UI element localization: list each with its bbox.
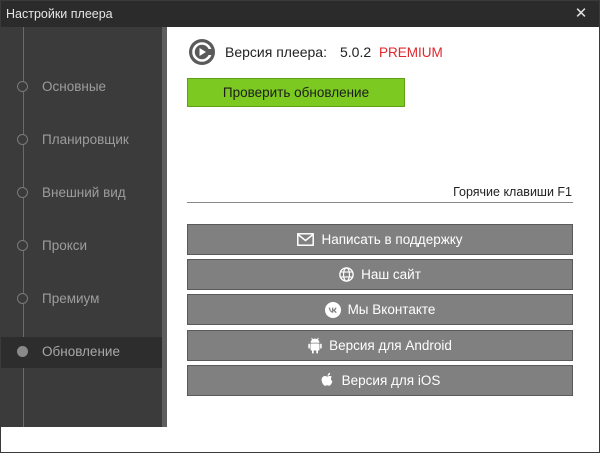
- sidebar-item-label: Прокси: [42, 238, 88, 253]
- check-update-button[interactable]: Проверить обновление: [187, 78, 405, 107]
- circle-icon: [17, 293, 28, 304]
- sidebar: Основные Планировщик Внешний вид Прокси …: [1, 27, 162, 427]
- ios-button[interactable]: Версия для iOS: [187, 365, 573, 396]
- sidebar-item-label: Премиум: [42, 291, 100, 306]
- window-title: Настройки плеера: [6, 7, 113, 21]
- circle-icon: [17, 240, 28, 251]
- vk-button[interactable]: Мы Вконтакте: [187, 294, 573, 325]
- version-number: 5.0.2: [340, 44, 372, 60]
- sidebar-scrollbar[interactable]: [162, 27, 167, 427]
- circle-filled-icon: [17, 346, 28, 357]
- circle-icon: [17, 81, 28, 92]
- close-button[interactable]: ✕: [573, 6, 589, 22]
- vk-button-label: Мы Вконтакте: [347, 302, 436, 317]
- support-button[interactable]: Написать в поддержку: [187, 224, 573, 255]
- sidebar-item-general[interactable]: Основные: [1, 72, 162, 103]
- globe-icon: [339, 267, 354, 282]
- circle-icon: [17, 187, 28, 198]
- version-label: Версия плеера:: [225, 44, 327, 60]
- hotkeys-hint: Горячие клавиши F1: [453, 185, 572, 199]
- sidebar-item-premium[interactable]: Премиум: [1, 284, 162, 315]
- vk-icon: [324, 301, 341, 318]
- sidebar-item-scheduler[interactable]: Планировщик: [1, 125, 162, 156]
- website-button[interactable]: Наш сайт: [187, 259, 573, 290]
- bottom-strip: [1, 427, 599, 452]
- sidebar-item-appearance[interactable]: Внешний вид: [1, 178, 162, 209]
- sidebar-item-label: Обновление: [42, 344, 120, 359]
- title-bar[interactable]: Настройки плеера ✕: [1, 1, 599, 27]
- premium-badge: PREMIUM: [379, 45, 443, 60]
- sidebar-item-label: Основные: [42, 79, 107, 94]
- sidebar-item-proxy[interactable]: Прокси: [1, 231, 162, 262]
- sidebar-item-label: Планировщик: [42, 132, 129, 147]
- android-button-label: Версия для Android: [329, 338, 452, 353]
- sidebar-item-update[interactable]: Обновление: [1, 337, 162, 368]
- settings-window: Настройки плеера ✕ Основные Планировщик …: [0, 0, 600, 453]
- android-icon: [308, 337, 322, 354]
- ios-button-label: Версия для iOS: [341, 373, 441, 388]
- player-logo-icon: [189, 39, 215, 65]
- divider: [187, 202, 573, 203]
- support-button-label: Написать в поддержку: [321, 232, 463, 247]
- circle-icon: [17, 134, 28, 145]
- android-button[interactable]: Версия для Android: [187, 330, 573, 361]
- mail-icon: [297, 233, 315, 246]
- apple-icon: [321, 372, 333, 386]
- sidebar-item-label: Внешний вид: [42, 185, 126, 200]
- website-button-label: Наш сайт: [361, 267, 421, 282]
